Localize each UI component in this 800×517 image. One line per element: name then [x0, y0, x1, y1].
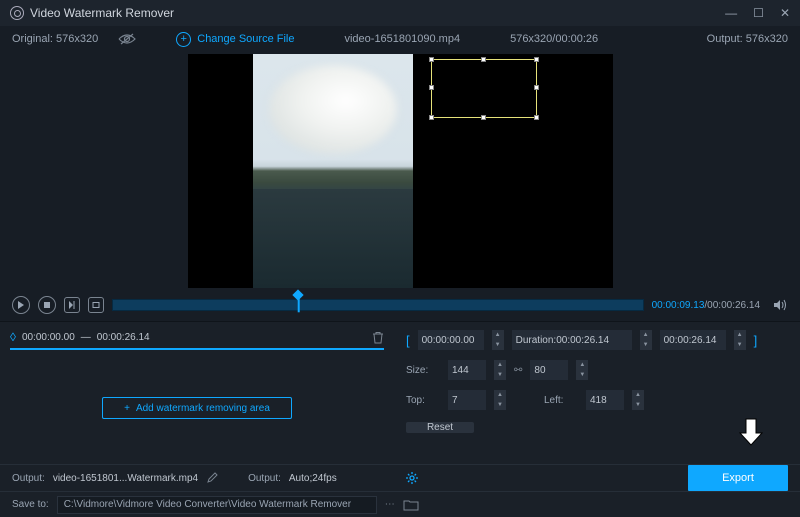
left-spinner[interactable]: ▲▼ [632, 390, 644, 410]
rename-output-icon[interactable] [206, 472, 218, 484]
footer: Output: video-1651801...Watermark.mp4 Ou… [0, 464, 800, 517]
video-canvas[interactable] [188, 54, 613, 288]
play-button[interactable] [12, 296, 30, 314]
export-button[interactable]: Export [688, 465, 788, 491]
saveto-path-input[interactable]: C:\Vidmore\Vidmore Video Converter\Video… [57, 496, 377, 514]
output-dim-label: Output: 576x320 [707, 33, 788, 45]
segment-end: 00:00:26.14 [97, 332, 150, 343]
range-row: [ 00:00:00.00 ▲▼ Duration:00:00:26.14 ▲▼… [406, 330, 788, 350]
size-label: Size: [406, 365, 440, 376]
step-fwd-button[interactable] [64, 297, 80, 313]
aspect-lock-icon[interactable]: ⚯ [514, 365, 522, 376]
open-folder-icon[interactable] [403, 499, 419, 511]
titlebar: Video Watermark Remover — ☐ ✕ [0, 0, 800, 26]
position-row: Top: 7 ▲▼ Left: 418 ▲▼ [406, 390, 788, 410]
left-label: Left: [544, 395, 578, 406]
volume-icon[interactable] [774, 299, 788, 311]
change-source-label: Change Source File [197, 33, 294, 45]
controls-pane: [ 00:00:00.00 ▲▼ Duration:00:00:26.14 ▲▼… [394, 322, 800, 431]
stop-button[interactable] [38, 296, 56, 314]
timeline-time: 00:00:09.13/00:00:26.14 [652, 300, 760, 311]
saveto-label: Save to: [12, 499, 49, 510]
size-height-spinner[interactable]: ▲▼ [576, 360, 588, 380]
app-logo-icon [10, 6, 24, 20]
snapshot-button[interactable] [88, 297, 104, 313]
tutorial-arrow-icon [738, 417, 764, 447]
range-start-bracket-icon[interactable]: [ [406, 333, 410, 348]
range-start-input[interactable]: 00:00:00.00 [418, 330, 484, 350]
add-area-label: Add watermark removing area [136, 403, 270, 414]
plus-circle-icon: + [176, 32, 191, 47]
range-end-input[interactable]: 00:00:26.14 [660, 330, 726, 350]
top-spinner[interactable]: ▲▼ [494, 390, 506, 410]
delete-segment-icon[interactable] [372, 331, 384, 344]
size-row: Size: 144 ▲▼ ⚯ 80 ▲▼ [406, 360, 788, 380]
saveto-row: Save to: C:\Vidmore\Vidmore Video Conver… [0, 491, 800, 517]
minimize-icon[interactable]: — [725, 6, 737, 20]
maximize-icon[interactable]: ☐ [753, 6, 764, 20]
app-title: Video Watermark Remover [30, 6, 174, 20]
window-controls: — ☐ ✕ [725, 6, 790, 20]
segment-start: 00:00:00.00 [22, 332, 75, 343]
size-width-spinner[interactable]: ▲▼ [494, 360, 506, 380]
output-row: Output: video-1651801...Watermark.mp4 Ou… [0, 465, 800, 491]
duration-input[interactable]: Duration:00:00:26.14 [512, 330, 632, 350]
output-fmt-value: Auto;24fps [289, 473, 337, 484]
plus-icon: + [124, 403, 130, 414]
reset-button[interactable]: Reset [406, 422, 474, 433]
source-filename: video-1651801090.mp4 [344, 33, 460, 45]
info-bar: Original: 576x320 + Change Source File v… [0, 26, 800, 52]
browse-path-icon[interactable]: ⋯ [385, 499, 395, 510]
close-icon[interactable]: ✕ [780, 6, 790, 20]
size-height-input[interactable]: 80 [530, 360, 568, 380]
size-width-input[interactable]: 144 [448, 360, 486, 380]
segments-pane: ◊ 00:00:00.00 — 00:00:26.14 + Add waterm… [0, 322, 394, 431]
range-end-spinner[interactable]: ▲▼ [734, 330, 746, 350]
preview-toggle-icon[interactable] [118, 33, 136, 45]
top-label: Top: [406, 395, 440, 406]
output-fmt-label: Output: [248, 473, 281, 484]
lower-panel: ◊ 00:00:00.00 — 00:00:26.14 + Add waterm… [0, 321, 800, 431]
left-input[interactable]: 418 [586, 390, 624, 410]
timeline-slider[interactable] [112, 297, 644, 313]
range-start-spinner[interactable]: ▲▼ [492, 330, 504, 350]
segment-row[interactable]: ◊ 00:00:00.00 — 00:00:26.14 [10, 330, 384, 344]
duration-spinner[interactable]: ▲▼ [640, 330, 652, 350]
source-dim-time: 576x320/00:00:26 [510, 33, 598, 45]
play-bar: 00:00:09.13/00:00:26.14 [0, 289, 800, 321]
segment-marker-icon: ◊ [10, 330, 16, 344]
output-settings-icon[interactable] [405, 471, 419, 485]
range-end-bracket-icon[interactable]: ] [754, 333, 758, 348]
top-input[interactable]: 7 [448, 390, 486, 410]
video-preview [0, 52, 800, 289]
original-label: Original: 576x320 [12, 33, 98, 45]
segment-track[interactable] [10, 348, 384, 350]
output-file-name: video-1651801...Watermark.mp4 [53, 473, 198, 484]
add-watermark-area-button[interactable]: + Add watermark removing area [102, 397, 292, 419]
output-file-label: Output: [12, 473, 45, 484]
segment-dash: — [81, 332, 91, 343]
change-source-button[interactable]: + Change Source File [176, 32, 294, 47]
watermark-selection-box[interactable] [431, 59, 537, 118]
